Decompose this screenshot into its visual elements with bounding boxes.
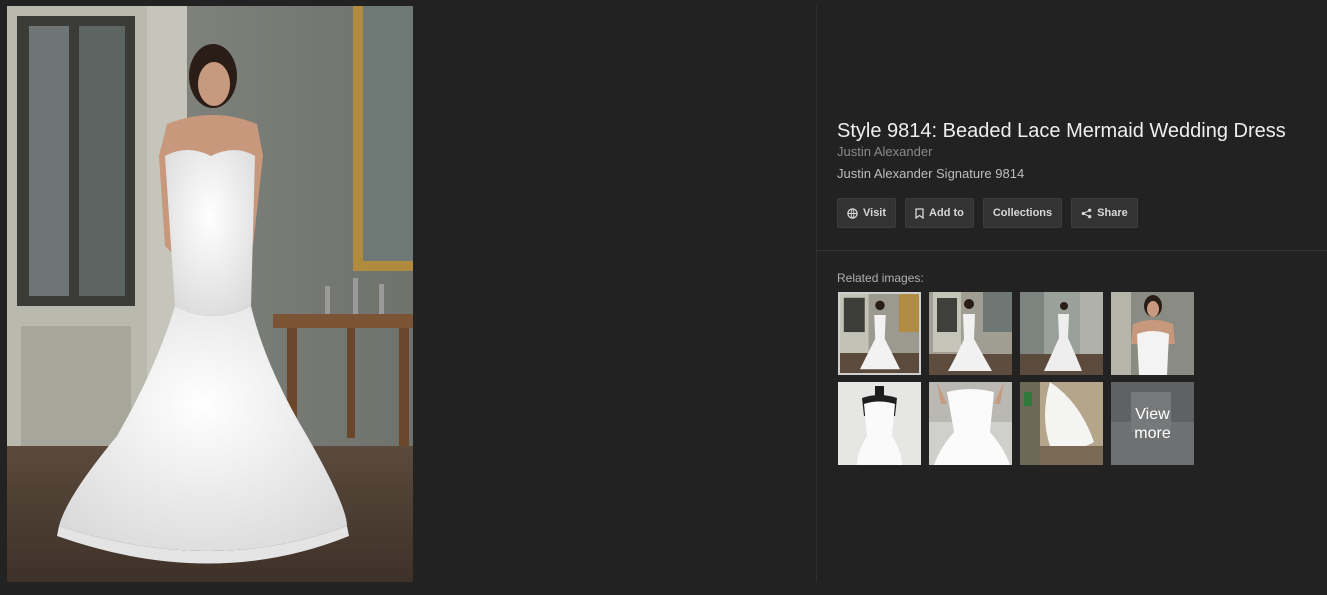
related-images-grid: View more [838, 292, 1194, 465]
related-thumbnail[interactable] [838, 382, 921, 465]
thumbnail-image [1020, 382, 1103, 465]
section-divider [817, 250, 1327, 251]
image-viewer: Style 9814: Beaded Lace Mermaid Wedding … [0, 0, 1327, 595]
related-thumbnail[interactable] [929, 292, 1012, 375]
visit-label: Visit [863, 207, 887, 219]
image-description: Justin Alexander Signature 9814 [837, 166, 1025, 181]
related-thumbnail[interactable] [1020, 382, 1103, 465]
add-to-button[interactable]: Add to [905, 198, 974, 228]
collections-button[interactable]: Collections [982, 198, 1063, 228]
panel-divider [816, 6, 817, 582]
image-info: Style 9814: Beaded Lace Mermaid Wedding … [837, 118, 1327, 182]
related-thumbnail[interactable] [1111, 292, 1194, 375]
view-more-label[interactable]: View more [1111, 382, 1194, 465]
share-button[interactable]: Share [1071, 198, 1138, 228]
globe-icon [847, 207, 858, 219]
share-icon [1081, 208, 1092, 219]
wedding-dress-photo [7, 6, 413, 582]
bookmark-icon [915, 207, 924, 219]
add-to-label: Add to [929, 207, 964, 219]
thumbnail-image [1020, 292, 1103, 375]
view-more-thumbnail[interactable]: View more [1111, 382, 1194, 465]
thumbnail-image [838, 382, 921, 465]
action-bar: Visit Add to Collections Share [837, 198, 1138, 228]
thumbnail-image [840, 294, 919, 373]
image-source[interactable]: Justin Alexander [837, 144, 1327, 160]
related-images-label: Related images: [837, 271, 924, 285]
main-image[interactable] [7, 6, 413, 582]
share-label: Share [1097, 207, 1128, 219]
collections-label: Collections [992, 207, 1053, 219]
thumbnail-image [1111, 292, 1194, 375]
related-thumbnail[interactable] [838, 292, 921, 375]
visit-button[interactable]: Visit [837, 198, 897, 228]
related-thumbnail[interactable] [1020, 292, 1103, 375]
thumbnail-image [929, 292, 1012, 375]
thumbnail-image [929, 382, 1012, 465]
related-thumbnail[interactable] [929, 382, 1012, 465]
image-title[interactable]: Style 9814: Beaded Lace Mermaid Wedding … [837, 118, 1327, 144]
